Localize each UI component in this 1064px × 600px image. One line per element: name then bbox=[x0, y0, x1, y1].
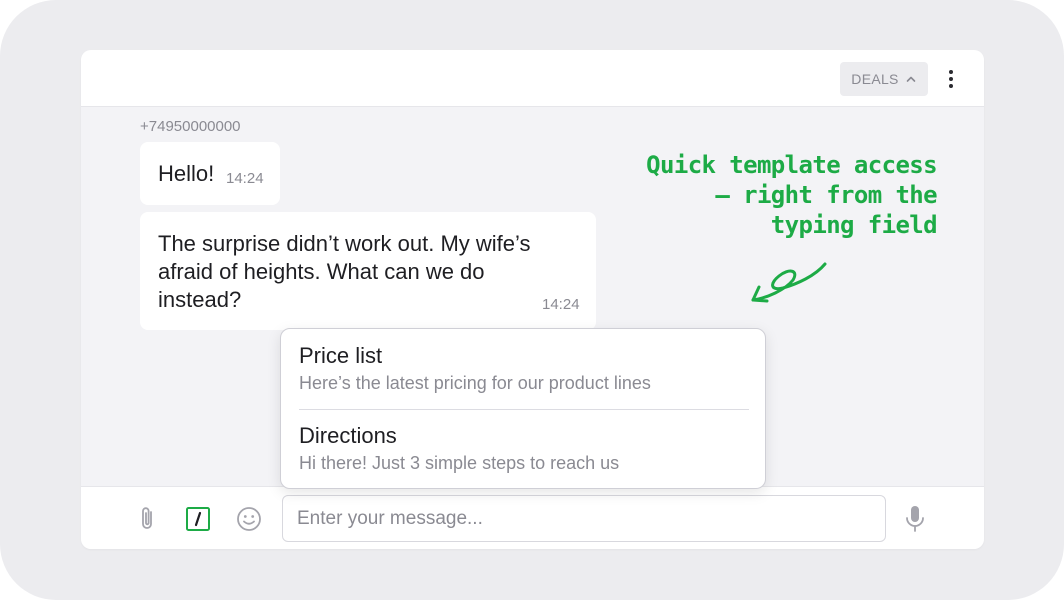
deals-label: DEALS bbox=[851, 71, 899, 87]
deals-toggle-button[interactable]: DEALS bbox=[840, 62, 928, 96]
message-text: The surprise didn’t work out. My wife’s … bbox=[158, 231, 531, 312]
template-slash-icon[interactable] bbox=[185, 506, 211, 532]
template-preview: Here’s the latest pricing for our produc… bbox=[299, 373, 651, 393]
message-text: Hello! bbox=[158, 161, 215, 186]
message-time: 14:24 bbox=[542, 296, 580, 313]
divider bbox=[299, 409, 749, 410]
composer-bar bbox=[81, 486, 984, 549]
emoji-icon[interactable] bbox=[236, 506, 262, 532]
template-title: Directions bbox=[299, 423, 397, 448]
template-item-price-list[interactable]: Price list Here’s the latest pricing for… bbox=[299, 343, 749, 394]
message-bubble: Hello! 14:24 bbox=[140, 142, 280, 205]
message-bubble: The surprise didn’t work out. My wife’s … bbox=[140, 212, 596, 330]
more-options-icon[interactable] bbox=[941, 68, 961, 90]
template-popup: Price list Here’s the latest pricing for… bbox=[280, 328, 766, 489]
annotation-text: Quick template access — right from the t… bbox=[646, 151, 937, 239]
microphone-icon[interactable] bbox=[903, 504, 927, 534]
sender-phone: +74950000000 bbox=[140, 118, 241, 135]
template-title: Price list bbox=[299, 343, 383, 368]
annotation-arrow-icon bbox=[751, 262, 827, 303]
device-frame: DEALS +74950000000 Hello! 14:24 The surp… bbox=[0, 0, 1064, 600]
template-preview: Hi there! Just 3 simple steps to reach u… bbox=[299, 453, 620, 473]
chevron-up-icon bbox=[906, 76, 916, 82]
message-input[interactable] bbox=[282, 495, 886, 542]
message-time: 14:24 bbox=[226, 170, 264, 187]
top-bar: DEALS bbox=[81, 50, 984, 107]
chat-window: DEALS +74950000000 Hello! 14:24 The surp… bbox=[81, 50, 984, 549]
template-item-directions[interactable]: Directions Hi there! Just 3 simple steps… bbox=[299, 423, 749, 474]
paperclip-icon[interactable] bbox=[135, 505, 159, 533]
